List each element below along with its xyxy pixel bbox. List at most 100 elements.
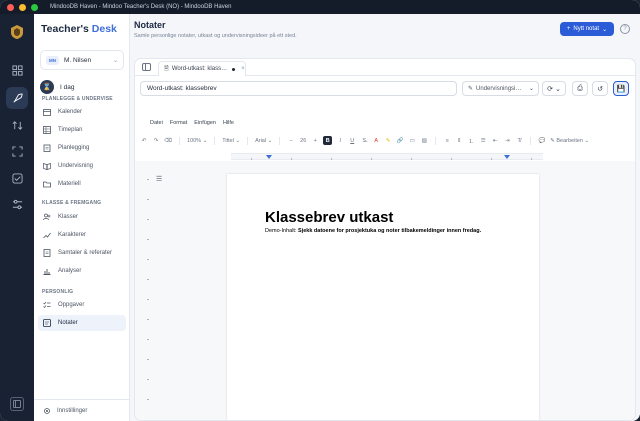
section-heading-klasse: KLASSE & FREMGANG	[42, 200, 102, 206]
menu-hilfe[interactable]: Hilfe	[223, 120, 234, 126]
document-page[interactable]: Klassebrev utkast Demo-Inhalt: Sjekk dat…	[227, 174, 539, 420]
dashboard-icon	[11, 64, 23, 76]
history-button[interactable]: ↺	[592, 81, 608, 96]
sidebar: Teacher's Desk MN M. Nilsen ⌄ ⌛ I dag PL…	[34, 14, 130, 421]
rail-checklist-button[interactable]	[6, 167, 28, 189]
undo-icon[interactable]: ↶	[140, 136, 148, 145]
indent-decrease-icon[interactable]: ⇤	[491, 136, 499, 145]
sidebar-toggle-icon	[13, 400, 21, 408]
user-switcher[interactable]: MN M. Nilsen ⌄	[40, 50, 124, 70]
folder-icon	[43, 181, 51, 188]
note-title-input[interactable]: Word-utkast: klassebrev	[140, 81, 457, 96]
document-paragraph[interactable]: Demo-Inhalt: Sjekk datoene for prosjektu…	[265, 228, 481, 234]
align-icon[interactable]: ≡	[443, 136, 451, 145]
edit-mode-select[interactable]: ✎ Bearbeiten ⌄	[550, 136, 589, 145]
horizontal-ruler[interactable]	[231, 153, 543, 160]
menu-datei[interactable]: Datei	[150, 120, 163, 126]
close-window-button[interactable]	[7, 3, 14, 11]
avatar: MN	[46, 55, 59, 65]
zoom-select[interactable]: 100% ⌄	[187, 136, 207, 145]
text-color-icon[interactable]: A	[372, 136, 380, 145]
sync-icon: ⟳ ⌄	[547, 85, 561, 93]
category-select[interactable]: ✎ Undervisningsi… ⌄	[462, 81, 539, 96]
sidebar-item-timeplan[interactable]: Timeplan	[38, 122, 126, 138]
style-select[interactable]: Tittel ⌄	[222, 136, 240, 145]
settings-button[interactable]: Innstillinger	[34, 399, 130, 421]
strikethrough-icon[interactable]: S̶	[360, 136, 368, 145]
rail-scan-button[interactable]	[6, 140, 28, 162]
outline-icon[interactable]: ☰	[156, 175, 165, 184]
file-icon: 🗎	[164, 66, 169, 72]
minimize-window-button[interactable]	[19, 3, 26, 11]
sliders-icon	[12, 199, 22, 209]
font-increase-icon[interactable]: +	[311, 136, 319, 145]
font-size-input[interactable]: 26	[299, 136, 307, 145]
link-icon[interactable]: 🔗	[396, 136, 404, 145]
new-note-button[interactable]: + Nytt notat ⌄	[560, 22, 614, 36]
section-heading-personlig: PERSONLIG	[42, 289, 74, 295]
italic-icon[interactable]: I	[336, 136, 344, 145]
bullet-list-icon[interactable]: ☰	[479, 136, 487, 145]
underline-icon[interactable]: U	[348, 136, 356, 145]
paint-format-icon[interactable]: ⌫	[164, 136, 172, 145]
app-window: MindooDB Haven - Mindoo Teacher's Desk (…	[0, 0, 640, 421]
rail-sliders-button[interactable]	[6, 193, 28, 215]
printer-icon: ⎙	[577, 84, 583, 92]
rail-swap-button[interactable]	[6, 114, 28, 136]
comment-icon[interactable]: ▭	[408, 136, 416, 145]
redo-icon[interactable]: ↷	[152, 136, 160, 145]
bar-chart-icon	[43, 269, 51, 275]
tab-document[interactable]: 🗎 Word-utkast: klass… ×	[158, 61, 246, 76]
sidebar-item-notater[interactable]: Notater	[38, 315, 126, 331]
font-decrease-icon[interactable]: −	[287, 136, 295, 145]
rail-dashboard-button[interactable]	[6, 59, 28, 81]
tab-bar: 🗎 Word-utkast: klass… ×	[135, 59, 635, 76]
sidebar-item-samtaler[interactable]: Samtaler & referater	[38, 245, 126, 261]
sync-button[interactable]: ⟳ ⌄	[542, 81, 566, 96]
gear-icon	[44, 407, 50, 414]
calendar-icon	[43, 109, 51, 116]
sidebar-item-analyser[interactable]: Analyser	[38, 263, 126, 279]
sidebar-item-materiell[interactable]: Materiell	[38, 176, 126, 192]
checklist-icon	[11, 172, 23, 184]
clear-format-icon[interactable]: T̸	[515, 136, 523, 145]
sidebar-item-oppgaver[interactable]: Oppgaver	[38, 297, 126, 313]
editor-menubar: Datei Format Einfügen Hilfe	[150, 120, 234, 126]
document-heading[interactable]: Klassebrev utkast	[265, 209, 393, 226]
menu-einfuegen[interactable]: Einfügen	[194, 120, 216, 126]
format-toolbar: ↶ ↷ ⌫ 100% ⌄ Tittel ⌄ Arial ⌄ − 26 + B I…	[140, 134, 632, 147]
sidebar-item-klasser[interactable]: Klasser	[38, 209, 126, 225]
sidebar-item-karakterer[interactable]: Karakterer	[38, 227, 126, 243]
numbered-list-icon[interactable]: ⒈	[467, 136, 475, 145]
help-icon[interactable]: ?	[620, 24, 630, 34]
today-button[interactable]: ⌛ I dag	[40, 80, 74, 94]
today-label: I dag	[60, 83, 75, 91]
brand-title: Teacher's Desk	[41, 23, 117, 35]
sidebar-item-planlegging[interactable]: Planlegging	[38, 140, 126, 156]
line-spacing-icon[interactable]: ⇕	[455, 136, 463, 145]
icon-rail	[0, 14, 34, 421]
indent-increase-icon[interactable]: ⇥	[503, 136, 511, 145]
zoom-window-button[interactable]	[31, 3, 38, 11]
window-title: MindooDB Haven - Mindoo Teacher's Desk (…	[50, 4, 232, 10]
panel-toggle-icon[interactable]	[142, 63, 151, 71]
toggle-sidebar-button[interactable]	[10, 397, 24, 411]
plus-icon: +	[566, 26, 571, 32]
user-name: M. Nilsen	[64, 56, 92, 64]
bold-button[interactable]: B	[323, 136, 333, 145]
menu-format[interactable]: Format	[170, 120, 187, 126]
users-icon	[43, 213, 51, 221]
save-button[interactable]: 💾	[613, 81, 629, 96]
sidebar-item-undervisning[interactable]: Undervisning	[38, 158, 126, 174]
chevron-down-icon: ⌄	[112, 57, 118, 64]
close-tab-icon[interactable]: ×	[241, 66, 245, 72]
print-button[interactable]: ⎙	[572, 81, 588, 96]
font-select[interactable]: Arial ⌄	[255, 136, 272, 145]
image-icon[interactable]: ▨	[420, 136, 428, 145]
note-icon	[43, 319, 51, 327]
highlight-icon[interactable]: ✎	[384, 136, 392, 145]
comment-add-icon[interactable]: 💬	[538, 136, 546, 145]
sidebar-item-kalender[interactable]: Kalender	[38, 104, 126, 120]
rail-launch-button[interactable]	[6, 87, 28, 109]
page-subtitle: Samle personlige notater, utkast og unde…	[134, 33, 297, 39]
